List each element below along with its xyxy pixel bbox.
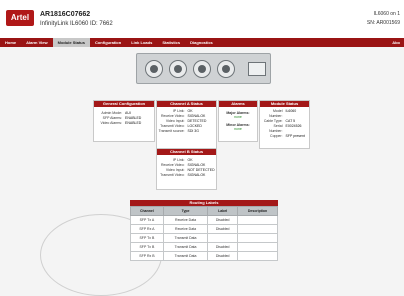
cell-type: Receive Data [162, 224, 209, 234]
row-key: Transmit Video: [160, 173, 185, 177]
tab-alarm-view[interactable]: Alarm View [21, 38, 53, 47]
general-config-panel: General Configuration Admin Mode: AUI SFP… [93, 100, 155, 142]
cell-description[interactable] [237, 251, 278, 261]
cell-label[interactable]: Disabled [207, 242, 239, 252]
tab-home[interactable]: Home [0, 38, 21, 47]
status-row: Copper: SFP present [260, 134, 309, 139]
bnc-port-icon[interactable] [193, 60, 211, 78]
row-value: IL6060 [285, 109, 297, 113]
bnc-port-icon[interactable] [145, 60, 163, 78]
column-header-description: Description [237, 206, 278, 216]
serial-line: SN: AR001569 [366, 20, 400, 26]
tab-statistics[interactable]: Statistics [157, 38, 185, 47]
column-header-type: Type [162, 206, 209, 216]
minor-alarms-value: none [234, 127, 242, 131]
cell-channel: SFP Tx A [130, 215, 164, 225]
device-name: AR1816C07662 [40, 11, 91, 18]
table-row[interactable]: SFP Tx A Receive Data Disabled [130, 215, 278, 225]
cell-type: Receive Data [162, 215, 209, 225]
table-row[interactable]: SFP Rx A Receive Data Disabled [130, 224, 278, 234]
tab-diagnostics[interactable]: Diagnostics [185, 38, 218, 47]
tab-link-loads[interactable]: Link Loads [126, 38, 157, 47]
panel-title: General Configuration [94, 101, 154, 107]
row-value: SDI 3G [187, 129, 199, 133]
cell-channel: SFP Tx B [130, 233, 164, 243]
bnc-port-icon[interactable] [217, 60, 235, 78]
routing-labels-table: Routing Labels Channel Type Label Descri… [130, 200, 278, 261]
bnc-port-icon[interactable] [169, 60, 187, 78]
cell-type: Transmit Data [162, 242, 209, 252]
cell-description[interactable] [237, 224, 278, 234]
row-key: Transmit source: [158, 129, 185, 133]
device-chassis [136, 53, 271, 84]
row-value: E0024526 [285, 124, 302, 128]
major-alarms-value: none [234, 115, 242, 119]
row-value: ENABLED [125, 121, 142, 125]
channel-a-panel: Channel A Status IP Link: OK Receive Vide… [156, 100, 217, 149]
row-key: Serial Number: [269, 124, 283, 133]
cell-description[interactable] [237, 215, 278, 225]
ip-line: IL6060 on 1 [373, 11, 400, 17]
table-row[interactable]: SFP Tx B Transmit Data Disabled [130, 242, 278, 252]
tab-about[interactable]: Abo [392, 40, 404, 45]
row-value: SFP present [285, 134, 305, 138]
cell-type: Transmit Data [162, 251, 209, 261]
status-row: Model Number: IL6060 [260, 109, 309, 119]
table-title: Routing Labels [130, 200, 278, 206]
cell-label[interactable]: Disabled [207, 224, 239, 234]
row-value: SIGNALOK [187, 173, 206, 177]
nav-bar: Home Alarm View Module Status Configurat… [0, 38, 404, 47]
tab-module-status[interactable]: Module Status [52, 38, 90, 47]
row-key: Video Alarms: [100, 121, 122, 125]
cell-channel: SFP Rx B [130, 251, 164, 261]
artel-logo[interactable]: Artel [6, 10, 34, 26]
status-row: Transmit source: SDI 3G [157, 129, 216, 134]
column-header-label: Label [207, 206, 239, 216]
tab-configuration[interactable]: Configuration [90, 38, 126, 47]
row-key: Model Number: [269, 109, 283, 118]
header: Artel AR1816C07662 InfinityLink IL6060 I… [0, 0, 404, 38]
alarms-panel: Alarms Major Alarms: none Minor Alarms: … [218, 100, 258, 142]
config-row: Video Alarms: ENABLED [94, 121, 154, 126]
cell-description[interactable] [237, 233, 278, 243]
column-header-channel: Channel [130, 206, 164, 216]
cell-label[interactable] [207, 233, 239, 243]
status-row: Serial Number: E0024526 [260, 124, 309, 134]
channel-b-panel: Channel B Status IP Link: OK Receive Vide… [156, 148, 217, 190]
sfp-port-icon[interactable] [248, 62, 266, 76]
device-subtitle: InfinityLink IL6060 ID: 7662 [40, 21, 113, 27]
cell-label[interactable]: Disabled [207, 215, 239, 225]
cell-channel: SFP Rx A [130, 224, 164, 234]
table-header-row: Channel Type Label Description [130, 206, 278, 216]
cell-channel: SFP Tx B [130, 242, 164, 252]
table-row[interactable]: SFP Rx B Transmit Data Disabled [130, 251, 278, 261]
panel-title: Alarms [219, 101, 257, 107]
cell-type: Transmit Data [162, 233, 209, 243]
cell-label[interactable]: Disabled [207, 251, 239, 261]
status-row: Transmit Video: SIGNALOK [157, 173, 216, 178]
module-status-panel: Module Status Model Number: IL6060 Cable … [259, 100, 310, 149]
cell-description[interactable] [237, 242, 278, 252]
table-row[interactable]: SFP Tx B Transmit Data [130, 233, 278, 243]
row-key: Copper: [270, 134, 283, 138]
